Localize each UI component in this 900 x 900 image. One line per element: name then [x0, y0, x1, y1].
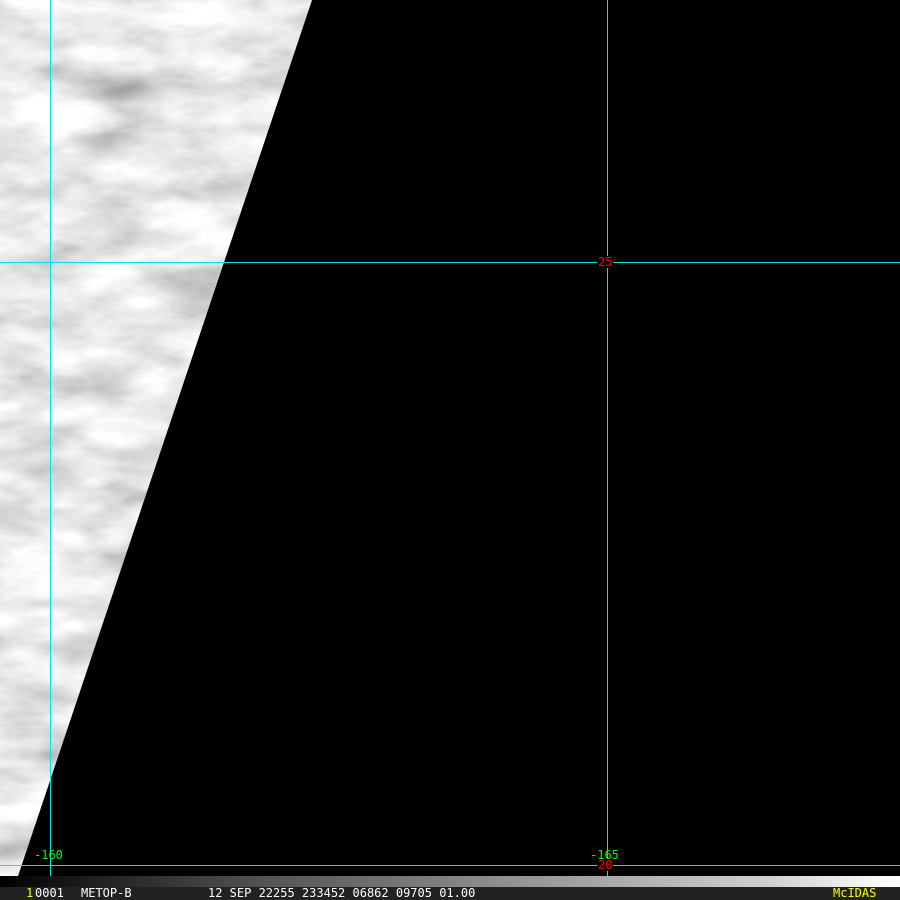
latitude-line-25 [0, 262, 900, 263]
frame-id: 0001 [35, 886, 64, 900]
latitude-label-lower: 20 [597, 858, 614, 872]
longitude-label-left: -160 [34, 848, 63, 862]
status-bar: 1 0001 METOP-B 12 SEP 22255 233452 06862… [0, 887, 900, 900]
satellite-imagery-swath [0, 0, 312, 876]
latitude-label-upper: 25 [597, 255, 614, 269]
longitude-line-165 [607, 0, 608, 876]
mcidas-brand: McIDAS [833, 886, 877, 900]
satellite-name: METOP-B [81, 886, 132, 900]
longitude-line-160 [50, 0, 51, 876]
latitude-line-20 [0, 865, 900, 866]
image-info: 12 SEP 22255 233452 06862 09705 01.00 [208, 886, 476, 900]
frame-marker: 1 [26, 886, 34, 900]
satellite-image-viewer: -160 -165 25 20 1 0001 METOP-B 12 SEP 22… [0, 0, 900, 900]
